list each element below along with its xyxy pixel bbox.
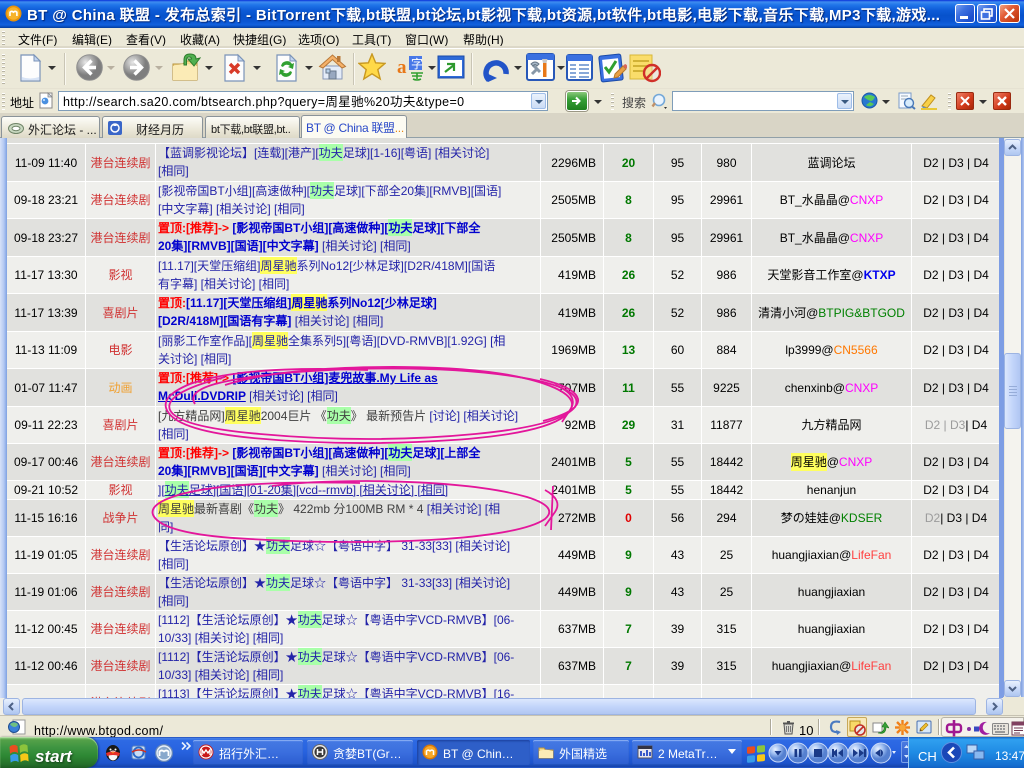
svg-text:字: 字 [411, 55, 423, 72]
svg-text:a: a [397, 57, 407, 78]
